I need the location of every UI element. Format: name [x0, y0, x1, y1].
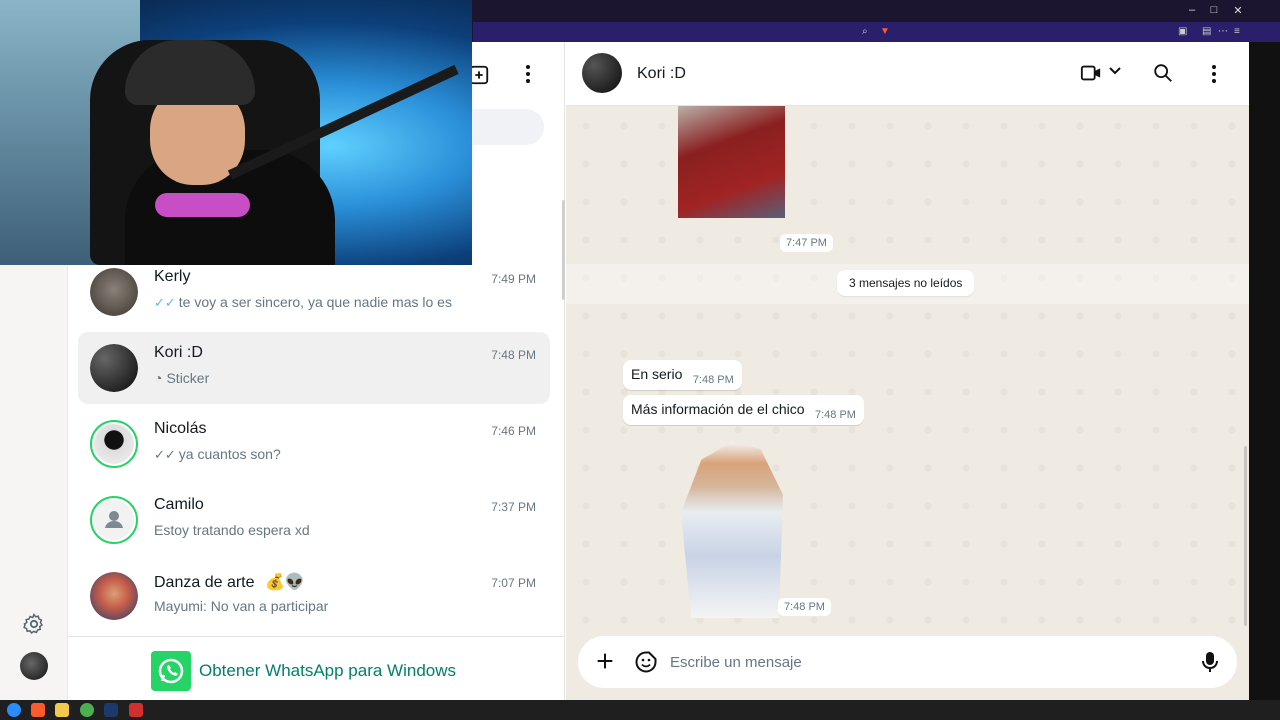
chat-preview-text: te voy a ser sincero, ya que nadie mas l…	[178, 294, 452, 310]
chat-preview-text: Sticker	[166, 370, 210, 386]
default-person-icon	[94, 500, 134, 540]
plus-icon[interactable]	[594, 650, 616, 672]
settings-icon[interactable]	[22, 612, 46, 636]
taskbar	[0, 700, 1280, 720]
chat-preview: ◔ Sticker	[154, 370, 209, 386]
avatar	[90, 496, 138, 544]
avatar	[90, 268, 138, 316]
avatar	[90, 572, 138, 620]
menu-icon[interactable]	[1202, 62, 1226, 86]
maximize-button[interactable]: □	[1204, 4, 1224, 16]
message-time: 7:47 PM	[780, 234, 833, 252]
chevron-down-icon[interactable]	[1108, 64, 1122, 78]
chat-time: 7:07 PM	[491, 576, 536, 590]
chat-preview: ✓✓ te voy a ser sincero, ya que nadie mas…	[154, 294, 452, 311]
message-text: Más información de el chico	[631, 401, 805, 417]
chrome-icon[interactable]	[80, 703, 94, 717]
chat-preview: Mayumi: No van a participar	[154, 598, 328, 614]
screen: – □ ✕ ⌕ ▼ ▣ ▤ ⋯ ≡ Kerly 7:49 PM ✓✓ te vo…	[0, 0, 1280, 720]
sidebar-toggle-icon[interactable]: ▣	[1178, 26, 1187, 37]
message-bubble[interactable]: Más información de el chico 7:48 PM	[623, 395, 864, 425]
folder-icon[interactable]	[55, 703, 69, 717]
chat-row-kori[interactable]: Kori :D 7:48 PM ◔ Sticker	[78, 332, 550, 404]
chat-preview-text: Estoy tratando espera xd	[154, 522, 310, 538]
chat-time: 7:49 PM	[491, 272, 536, 286]
search-icon[interactable]	[1152, 62, 1174, 84]
sticker-image[interactable]	[678, 106, 785, 218]
message-input[interactable]	[670, 648, 1180, 676]
photoshop-icon[interactable]	[104, 703, 118, 717]
message-time: 7:48 PM	[814, 409, 856, 421]
chat-name: Camilo	[154, 496, 204, 513]
chat-row-camilo[interactable]: Camilo 7:37 PM Estoy tratando espera xd	[78, 484, 550, 556]
chat-name: Kerly	[154, 268, 191, 285]
start-icon[interactable]	[7, 703, 21, 717]
app-icon[interactable]	[129, 703, 143, 717]
sticker-icon: ◔	[154, 370, 163, 386]
menu-icon[interactable]	[516, 62, 540, 86]
brave-icon[interactable]	[31, 703, 45, 717]
browser-toolbar	[473, 22, 1280, 42]
minimize-button[interactable]: –	[1182, 4, 1202, 16]
chat-name: Nicolás	[154, 420, 207, 437]
chat-preview-text: ya cuantos son?	[178, 446, 281, 462]
list-scrollbar[interactable]	[562, 200, 565, 300]
message-scrollbar[interactable]	[1244, 446, 1247, 626]
avatar	[90, 344, 138, 392]
conversation-header[interactable]: Kori :D	[566, 42, 1249, 106]
shield-icon[interactable]: ▼	[880, 26, 890, 37]
message-time: 7:48 PM	[692, 374, 734, 386]
avatar	[90, 420, 138, 468]
sticker-image[interactable]	[681, 442, 783, 618]
browser-menu-icon[interactable]: ≡	[1234, 26, 1240, 37]
whatsapp-logo	[151, 651, 191, 691]
video-call-icon[interactable]	[1080, 62, 1102, 84]
sticker-icon[interactable]	[634, 650, 658, 674]
get-windows-banner[interactable]: Obtener WhatsApp para Windows	[68, 636, 565, 700]
zoom-icon[interactable]: ⌕	[862, 26, 868, 37]
message-bubble[interactable]: En serio 7:48 PM	[623, 360, 742, 390]
chat-row-danza-de-arte[interactable]: Danza de arte 💰👽 7:07 PM Mayumi: No van …	[78, 560, 550, 632]
streaming-microphone	[155, 193, 250, 217]
panel-icon[interactable]: ▤	[1202, 26, 1211, 37]
contact-name[interactable]: Kori :D	[637, 65, 686, 83]
chat-preview: ✓✓ ya cuantos son?	[154, 446, 281, 463]
extensions-icon[interactable]: ⋯	[1218, 26, 1228, 37]
chat-time: 7:37 PM	[491, 500, 536, 514]
chat-row-nicolas[interactable]: Nicolás 7:46 PM ✓✓ ya cuantos son?	[78, 408, 550, 480]
read-receipt-icon: ✓✓	[154, 295, 176, 310]
emoji-icon: 💰👽	[264, 574, 305, 591]
conversation-panel: Kori :D 7:47 PM 3 mensajes no leídos En …	[566, 42, 1249, 700]
webcam-overlay	[0, 0, 472, 265]
profile-avatar[interactable]	[20, 652, 48, 680]
read-receipt-icon: ✓✓	[154, 447, 176, 462]
mic-icon[interactable]	[1200, 650, 1220, 674]
chat-preview: Estoy tratando espera xd	[154, 522, 310, 538]
message-composer	[578, 636, 1237, 688]
get-windows-link[interactable]: Obtener WhatsApp para Windows	[199, 661, 456, 681]
chat-row-kerly[interactable]: Kerly 7:49 PM ✓✓ te voy a ser sincero, ya…	[78, 256, 550, 328]
message-text: En serio	[631, 366, 683, 382]
message-time: 7:48 PM	[778, 598, 831, 616]
chat-name-text: Danza de arte	[154, 574, 255, 591]
unread-badge: 3 mensajes no leídos	[837, 270, 975, 296]
chat-preview-text: Mayumi: No van a participar	[154, 598, 329, 614]
chat-name: Kori :D	[154, 344, 203, 361]
message-area[interactable]: 7:47 PM 3 mensajes no leídos En serio 7:…	[566, 106, 1249, 634]
chat-time: 7:48 PM	[491, 348, 536, 362]
screen-edge	[1249, 42, 1280, 700]
contact-avatar[interactable]	[582, 53, 622, 93]
chat-time: 7:46 PM	[491, 424, 536, 438]
chat-name: Danza de arte 💰👽	[154, 572, 305, 592]
close-window-button[interactable]: ✕	[1228, 4, 1248, 17]
